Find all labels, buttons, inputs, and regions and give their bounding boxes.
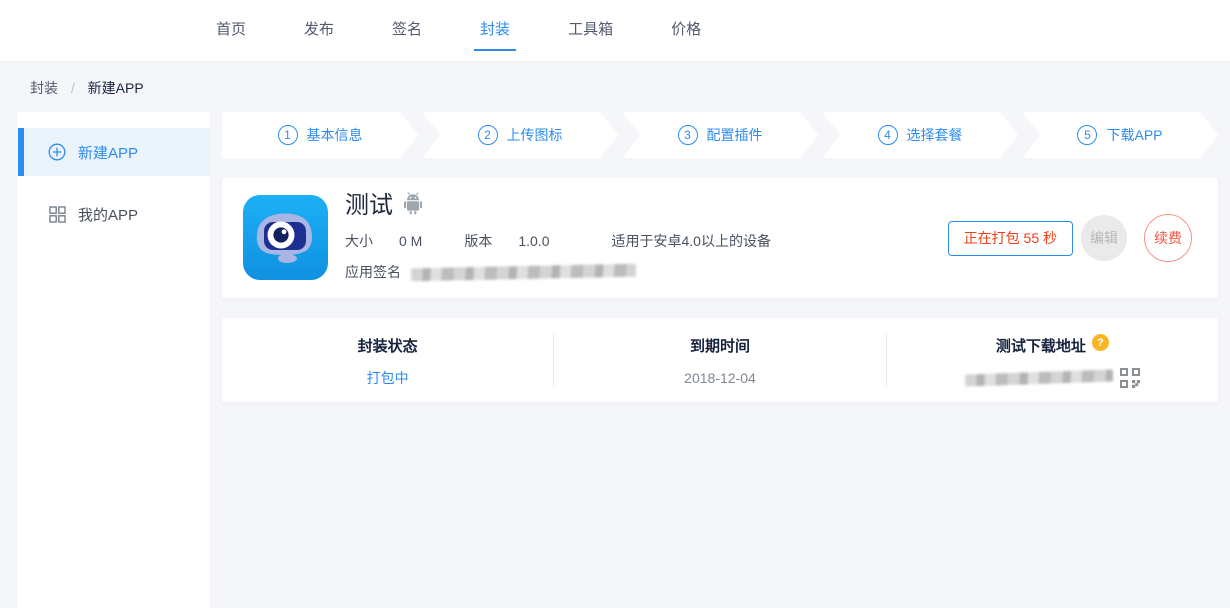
step-label: 下载APP (1106, 125, 1162, 145)
nav-item-price[interactable]: 价格 (665, 7, 707, 51)
step-number-circle: 2 (478, 125, 498, 145)
breadcrumb-separator: / (71, 80, 75, 96)
question-coin-icon[interactable]: ? (1092, 334, 1109, 351)
edit-button[interactable]: 编辑 (1081, 215, 1127, 261)
step-2-upload-icon: 2 上传图标 (422, 112, 618, 158)
step-number-circle: 4 (878, 125, 898, 145)
nav-item-home[interactable]: 首页 (210, 7, 252, 51)
status-col-package-state: 封装状态 打包中 (222, 335, 553, 386)
step-5-download-app: 5 下载APP (1022, 112, 1218, 158)
compatibility-text: 适用于安卓4.0以上的设备 (611, 231, 770, 251)
step-4-choose-plan: 4 选择套餐 (822, 112, 1018, 158)
nav-item-publish[interactable]: 发布 (298, 7, 340, 51)
app-card: 测试 (222, 178, 1218, 298)
android-icon (403, 192, 423, 220)
step-number-circle: 5 (1077, 125, 1097, 145)
sidebar-item-label: 新建APP (78, 142, 138, 163)
status-card: 封装状态 打包中 到期时间 2018-12-04 测试下载地址 ? (222, 318, 1218, 402)
renew-button[interactable]: 续费 (1144, 214, 1192, 262)
nav-item-signature[interactable]: 签名 (386, 7, 428, 51)
package-state-value: 打包中 (367, 370, 409, 386)
sidebar-item-my-app[interactable]: 我的APP (18, 190, 210, 238)
size-label: 大小 (345, 231, 373, 251)
packing-status-button[interactable]: 正在打包 55 秒 (948, 221, 1073, 256)
main-nav: 首页 发布 签名 封装 工具箱 价格 (0, 0, 1230, 62)
sidebar-item-label: 我的APP (78, 204, 138, 225)
grid-icon (48, 205, 66, 223)
redacted-download-url[interactable] (965, 369, 1113, 386)
step-number-circle: 1 (278, 125, 298, 145)
app-card-actions: 正在打包 55 秒 编辑 续费 (948, 214, 1192, 262)
sidebar: 新建APP 我的APP (18, 112, 210, 608)
breadcrumb-section[interactable]: 封装 (30, 80, 58, 96)
app-icon (243, 195, 328, 280)
step-label: 配置插件 (707, 125, 763, 145)
qr-code-icon[interactable] (1120, 368, 1140, 388)
plus-circle-icon (48, 143, 66, 161)
download-url-header: 测试下载地址 (996, 335, 1086, 356)
step-3-configure-plugins: 3 配置插件 (622, 112, 818, 158)
version-label: 版本 (464, 231, 492, 251)
breadcrumb: 封装 / 新建APP (30, 78, 144, 98)
step-label: 基本信息 (307, 125, 363, 145)
top-header: 首页 发布 签名 封装 工具箱 价格 (0, 0, 1230, 62)
nav-item-package[interactable]: 封装 (474, 7, 516, 51)
app-packaging-page: 首页 发布 签名 封装 工具箱 价格 封装 / 新建APP 新建APP (0, 0, 1230, 608)
size-value: 0 M (399, 233, 422, 249)
status-col-download-url: 测试下载地址 ? (887, 334, 1218, 386)
step-label: 选择套餐 (907, 125, 963, 145)
breadcrumb-current: 新建APP (88, 80, 144, 96)
redacted-signature-value (411, 263, 636, 281)
main-content: 1 基本信息 2 上传图标 3 配置插件 4 选择套餐 5 下载APP (222, 112, 1218, 608)
step-1-basic-info: 1 基本信息 (222, 112, 418, 158)
expiry-date-value: 2018-12-04 (684, 370, 756, 386)
app-title: 测试 (345, 192, 393, 220)
step-number-circle: 3 (678, 125, 698, 145)
step-label: 上传图标 (507, 125, 563, 145)
sidebar-item-new-app[interactable]: 新建APP (18, 128, 210, 176)
nav-item-toolbox[interactable]: 工具箱 (562, 7, 619, 51)
steps-bar: 1 基本信息 2 上传图标 3 配置插件 4 选择套餐 5 下载APP (222, 112, 1218, 158)
expiry-date-header: 到期时间 (690, 335, 750, 356)
app-info: 测试 (345, 190, 771, 282)
package-state-header: 封装状态 (358, 335, 418, 356)
signature-label: 应用签名 (345, 262, 401, 282)
version-value: 1.0.0 (518, 233, 549, 249)
status-col-expiry-date: 到期时间 2018-12-04 (554, 335, 885, 386)
